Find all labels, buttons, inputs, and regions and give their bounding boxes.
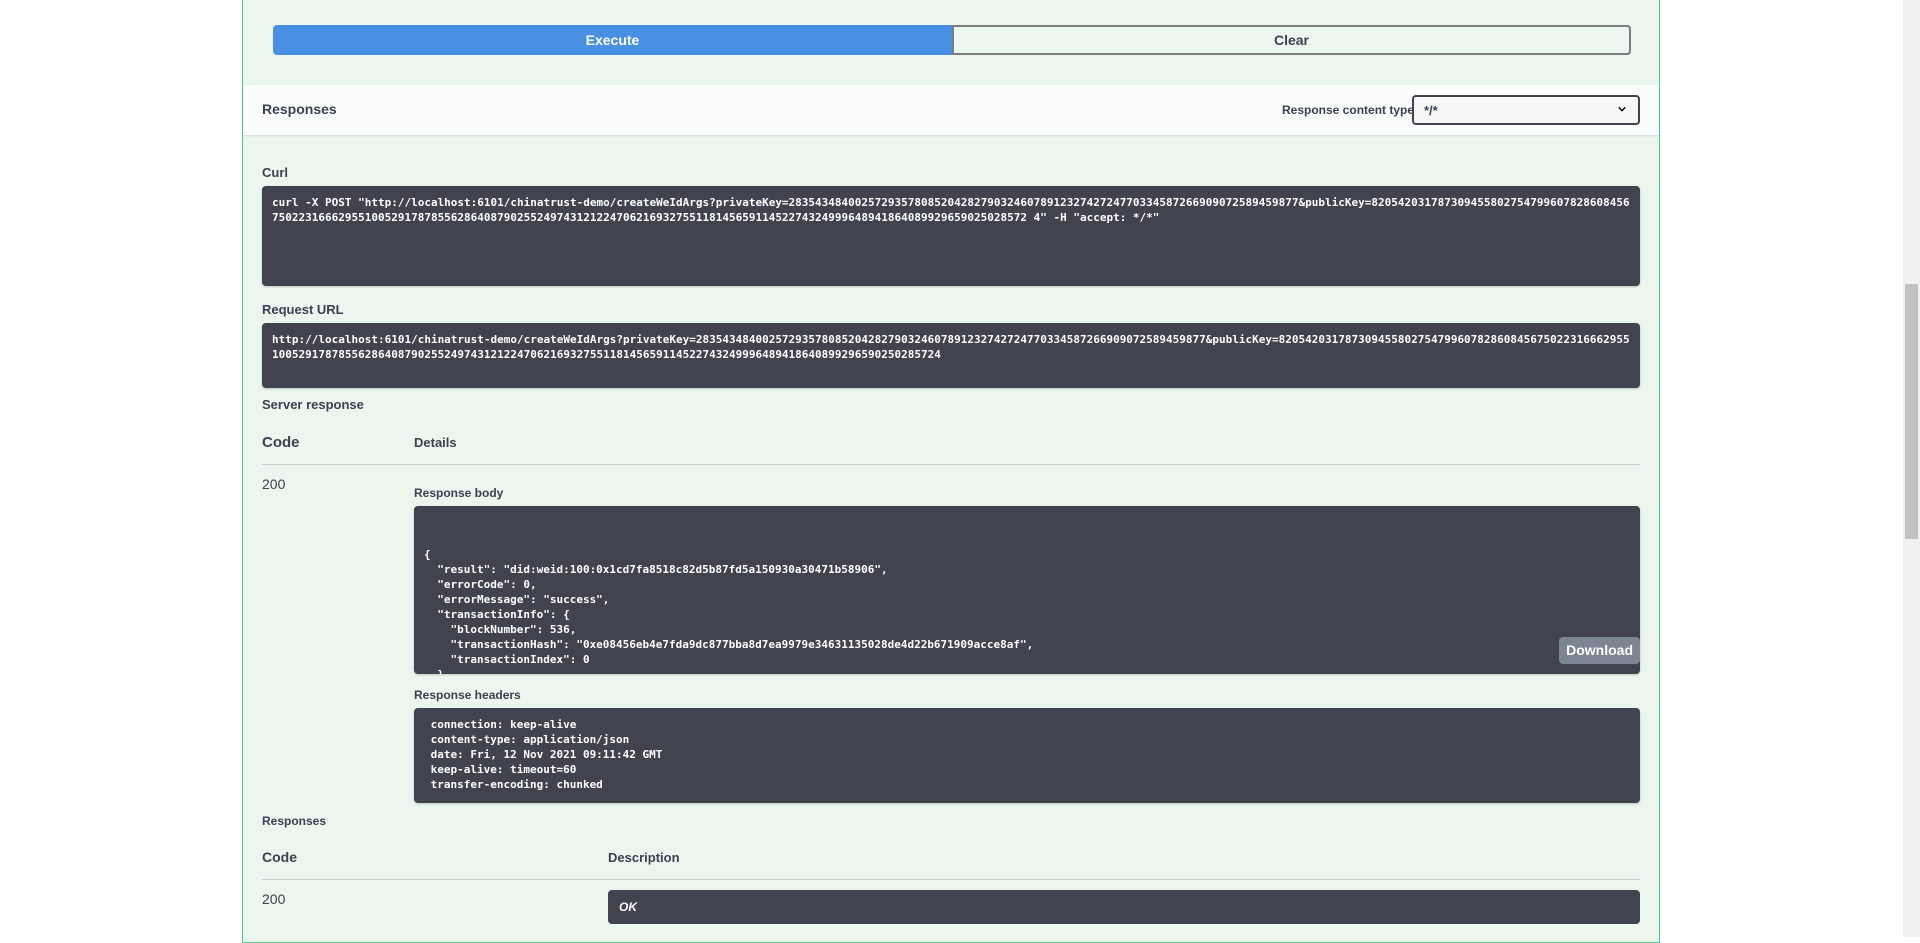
content-type-value: */* [1424,103,1438,118]
responses-section-title: Responses [262,814,327,828]
code-column-header: Code [262,434,300,451]
responses-row-description: OK [608,890,1640,924]
response-code: 200 [262,476,286,492]
execute-button[interactable]: Execute [273,25,952,55]
download-button[interactable]: Download [1559,637,1640,664]
responses-description-header: Description [608,850,680,865]
chevron-down-icon [1618,106,1626,112]
response-body-text: { "result": "did:weid:100:0x1cd7fa8518c8… [424,548,1034,674]
curl-label: Curl [262,165,288,180]
request-url[interactable]: http://localhost:6101/chinatrust-demo/cr… [262,323,1640,388]
responses-code-header: Code [262,849,297,865]
content-type-select[interactable]: */* [1412,95,1640,125]
responses-row-code: 200 [262,891,286,907]
execute-wrapper: Execute Clear [273,25,1631,55]
content-type-label: Response content type [1282,103,1415,117]
responses-header: Responses Response content type */* [243,85,1659,135]
response-body-label: Response body [414,486,504,500]
description-text: OK [619,900,637,914]
server-response-title: Server response [262,397,364,412]
response-body[interactable]: { "result": "did:weid:100:0x1cd7fa8518c8… [414,506,1640,674]
responses-title: Responses [262,101,337,117]
request-url-label: Request URL [262,302,344,317]
operation-block: Execute Clear Responses Response content… [242,0,1660,943]
response-headers-label: Response headers [414,688,521,702]
response-headers[interactable]: connection: keep-alive content-type: app… [414,708,1640,803]
scrollbar-thumb[interactable] [1905,284,1918,539]
clear-button[interactable]: Clear [952,25,1631,55]
divider [262,879,1640,880]
curl-command[interactable]: curl -X POST "http://localhost:6101/chin… [262,186,1640,286]
details-column-header: Details [414,435,457,450]
divider [262,464,1640,465]
page-scrollbar[interactable] [1903,0,1920,937]
